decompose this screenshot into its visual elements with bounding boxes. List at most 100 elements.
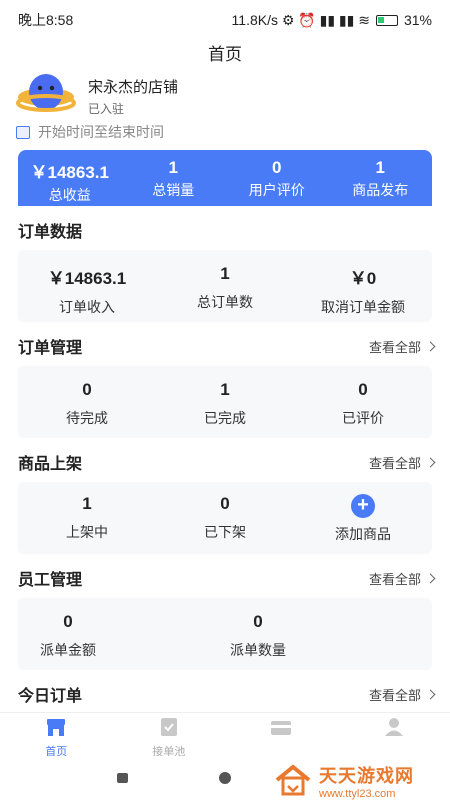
stat-value: 1	[82, 494, 92, 513]
stat-item: 1 总订单数	[156, 264, 294, 322]
recent-apps-button[interactable]	[117, 773, 128, 783]
order-status-item[interactable]: 1 已完成	[156, 380, 294, 438]
order-status-item[interactable]: 0 已评价	[294, 380, 432, 438]
user-icon	[384, 718, 403, 736]
tab-wallet[interactable]	[225, 713, 338, 756]
stat-label: 已评价	[342, 410, 384, 426]
today-orders-header: 今日订单 查看全部	[18, 682, 436, 706]
stat-value: 0	[358, 380, 368, 399]
stat-item: 0 派单数量	[118, 612, 398, 670]
stat-item: 0 派单金额	[18, 612, 118, 670]
order-status-item[interactable]: 0 待完成	[18, 380, 156, 438]
status-icons: 11.8K/s ⚙ ⏰ ▮▮ ▮▮ ≋ 31%	[232, 12, 432, 29]
date-range-picker[interactable]: 开始时间至结束时间	[16, 122, 164, 142]
watermark-logo: 天天游戏网 www.ttyl23.com	[273, 762, 414, 800]
summary-label: 总销量	[152, 182, 195, 198]
stat-item: ￥14863.1 订单收入	[18, 264, 156, 322]
watermark-house-icon	[275, 764, 311, 796]
stat-label: 派单金额	[40, 642, 96, 658]
chevron-right-icon	[425, 341, 436, 351]
stat-label: 总订单数	[197, 294, 253, 310]
tab-profile[interactable]	[338, 713, 450, 756]
section-title: 订单数据	[18, 224, 83, 241]
date-range-label: 开始时间至结束时间	[38, 124, 164, 140]
order-data-card: ￥14863.1 订单收入 1 总订单数 ￥0 取消订单金额	[18, 250, 432, 322]
summary-label: 商品发布	[352, 182, 409, 198]
watermark-name: 天天游戏网	[319, 766, 414, 786]
page-title: 首页	[208, 45, 242, 64]
tab-home[interactable]: 首页	[0, 713, 113, 758]
shop-icon	[47, 719, 66, 736]
chevron-right-icon	[425, 689, 436, 699]
summary-item: 0 用户评价	[225, 150, 329, 206]
stat-value: 1	[220, 380, 230, 399]
summary-value: 1	[168, 158, 178, 177]
view-all-link[interactable]: 查看全部	[368, 453, 436, 472]
system-nav-bar: 天天游戏网 www.ttyl23.com	[0, 756, 450, 800]
order-manage-header: 订单管理 查看全部	[18, 334, 436, 358]
view-all-label: 查看全部	[368, 687, 421, 703]
stat-label: 已下架	[204, 524, 246, 540]
stat-label: 待完成	[66, 410, 108, 426]
product-status-item[interactable]: 1 上架中	[18, 494, 156, 554]
staff-header: 员工管理 查看全部	[18, 566, 436, 590]
summary-item: 1 商品发布	[329, 150, 433, 206]
calendar-icon	[16, 125, 30, 139]
section-title: 今日订单	[18, 688, 83, 705]
stat-value: ￥14863.1	[47, 269, 127, 288]
summary-value: ￥14863.1	[30, 163, 109, 182]
stat-label: 派单数量	[230, 642, 286, 658]
status-time: 晚上8:58	[18, 12, 74, 28]
summary-item: 1 总销量	[122, 150, 226, 206]
summary-item: ￥14863.1 总收益	[18, 150, 122, 206]
shop-status: 已入驻	[88, 101, 125, 116]
product-status-item[interactable]: 0 已下架	[156, 494, 294, 554]
watermark-url: www.ttyl23.com	[319, 788, 396, 800]
chevron-right-icon	[425, 457, 436, 467]
stat-value: 1	[220, 264, 230, 283]
summary-value: 1	[375, 158, 385, 177]
stat-label: 取消订单金额	[321, 299, 405, 315]
stat-label: 已完成	[204, 410, 246, 426]
staff-card: 0 派单金额 0 派单数量	[18, 598, 432, 670]
summary-label: 用户评价	[248, 182, 305, 198]
stat-value: ￥0	[349, 269, 377, 288]
home-button[interactable]	[219, 772, 231, 784]
avatar[interactable]	[16, 72, 76, 120]
shop-name: 宋永杰的店铺	[88, 78, 179, 96]
view-all-link[interactable]: 查看全部	[368, 685, 436, 704]
stat-label: 订单收入	[59, 299, 115, 315]
chevron-right-icon	[425, 573, 436, 583]
stat-value: 0	[220, 494, 230, 513]
order-manage-card: 0 待完成 1 已完成 0 已评价	[18, 366, 432, 438]
summary-panel: ￥14863.1 总收益 1 总销量 0 用户评价 1 商品发布	[18, 150, 432, 206]
section-title: 订单管理	[18, 340, 83, 357]
view-all-link[interactable]: 查看全部	[368, 337, 436, 356]
stat-item: ￥0 取消订单金额	[294, 264, 432, 322]
view-all-link[interactable]: 查看全部	[368, 569, 436, 588]
status-indicators: 11.8K/s ⚙ ⏰ ▮▮ ▮▮ ≋	[231, 11, 370, 28]
status-bar: 晚上8:58 11.8K/s ⚙ ⏰ ▮▮ ▮▮ ≋ 31%	[0, 0, 450, 40]
stat-label: 上架中	[66, 524, 108, 540]
bottom-tab-bar: 首页 接单池	[0, 712, 450, 758]
shop-header[interactable]: 宋永杰的店铺 已入驻	[16, 72, 436, 120]
plus-icon: +	[351, 494, 375, 518]
add-product-label: 添加商品	[335, 526, 391, 542]
tab-order-pool[interactable]: 接单池	[113, 713, 226, 758]
add-product-button[interactable]: + 添加商品	[294, 494, 432, 554]
wallet-icon	[271, 721, 292, 735]
view-all-label: 查看全部	[368, 571, 421, 587]
view-all-label: 查看全部	[368, 339, 421, 355]
section-title: 员工管理	[18, 572, 83, 589]
product-header: 商品上架 查看全部	[18, 450, 436, 474]
check-icon	[160, 718, 177, 736]
summary-value: 0	[272, 158, 282, 177]
battery-level: 31%	[403, 12, 432, 28]
order-data-header: 订单数据	[18, 218, 434, 242]
product-card: 1 上架中 0 已下架 + 添加商品	[18, 482, 432, 554]
stat-value: 0	[253, 612, 263, 631]
battery-icon	[375, 14, 398, 26]
stat-value: 0	[82, 380, 92, 399]
summary-label: 总收益	[48, 187, 91, 203]
view-all-label: 查看全部	[368, 455, 421, 471]
